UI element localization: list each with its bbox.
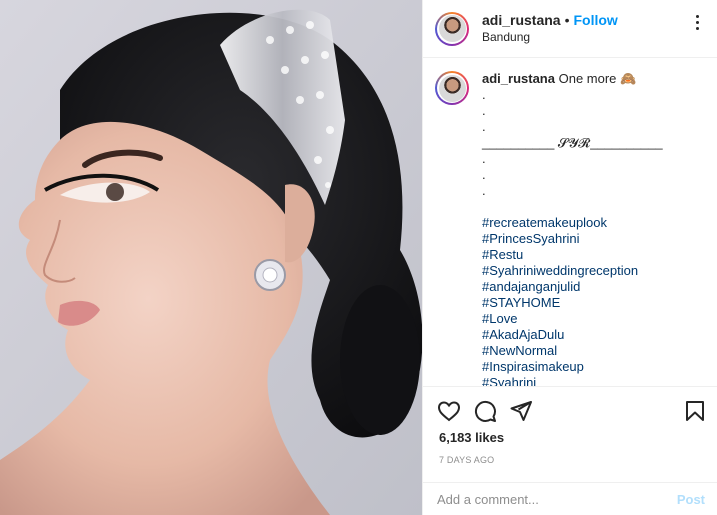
caption-signature: __________ 𝓢𝓨𝓡__________ [482, 135, 663, 150]
avatar[interactable] [435, 11, 469, 46]
post-header: adi_rustana • Follow Bandung [423, 0, 717, 58]
caption-line: . [482, 167, 486, 182]
hashtag-list: #recreatemakeuplook #PrincesSyahrini #Re… [482, 215, 702, 386]
hashtag-link[interactable]: #recreatemakeuplook [482, 215, 702, 231]
post-sidebar: adi_rustana • Follow Bandung adi_rustana O… [422, 0, 717, 515]
comments-area[interactable]: adi_rustana One more 🙈 . . . __________ … [423, 59, 717, 386]
add-comment-bar: Post [423, 482, 717, 515]
comment-input[interactable] [437, 491, 677, 507]
hashtag-link[interactable]: #Love [482, 311, 702, 327]
share-icon[interactable] [509, 399, 533, 423]
caption-line: . [482, 119, 486, 134]
location-link[interactable]: Bandung [482, 29, 618, 46]
caption-body: adi_rustana One more 🙈 . . . __________ … [482, 71, 702, 386]
avatar-image [438, 15, 466, 42]
follow-button[interactable]: Follow [574, 12, 618, 28]
monkey-emoji-icon: 🙈 [620, 71, 637, 86]
comment-icon[interactable] [473, 399, 497, 423]
hashtag-link[interactable]: #Syahriniweddingreception [482, 263, 702, 279]
hashtag-link[interactable]: #NewNormal [482, 343, 702, 359]
hashtag-link[interactable]: #Restu [482, 247, 702, 263]
caption-line: . [482, 183, 486, 198]
caption-line: . [482, 151, 486, 166]
portrait-image [0, 0, 422, 515]
hashtag-link[interactable]: #andajanganjulid [482, 279, 702, 295]
caption-username[interactable]: adi_rustana [482, 71, 555, 86]
username[interactable]: adi_rustana [482, 12, 561, 28]
post-timestamp[interactable]: 7 DAYS AGO [439, 455, 494, 465]
hashtag-link[interactable]: #PrincesSyahrini [482, 231, 702, 247]
action-bar [423, 386, 717, 426]
post-comment-button[interactable]: Post [677, 492, 705, 507]
more-options-icon[interactable] [687, 12, 707, 32]
caption-line: . [482, 103, 486, 118]
hashtag-link[interactable]: #AkadAjaDulu [482, 327, 702, 343]
caption: adi_rustana One more 🙈 . . . __________ … [435, 71, 705, 386]
heart-icon[interactable] [437, 399, 461, 423]
hashtag-link[interactable]: #Inspirasimakeup [482, 359, 702, 375]
likes-count[interactable]: 6,183 likes [439, 430, 504, 445]
bookmark-icon[interactable] [683, 399, 707, 423]
caption-text: One more [558, 71, 617, 86]
post-photo[interactable] [0, 0, 422, 515]
separator-dot: • [564, 11, 570, 28]
hashtag-link[interactable]: #STAYHOME [482, 295, 702, 311]
caption-avatar[interactable] [435, 71, 469, 105]
instagram-post: adi_rustana • Follow Bandung adi_rustana O… [0, 0, 717, 515]
caption-line: . [482, 87, 486, 102]
hashtag-link[interactable]: #Syahrini [482, 375, 702, 386]
